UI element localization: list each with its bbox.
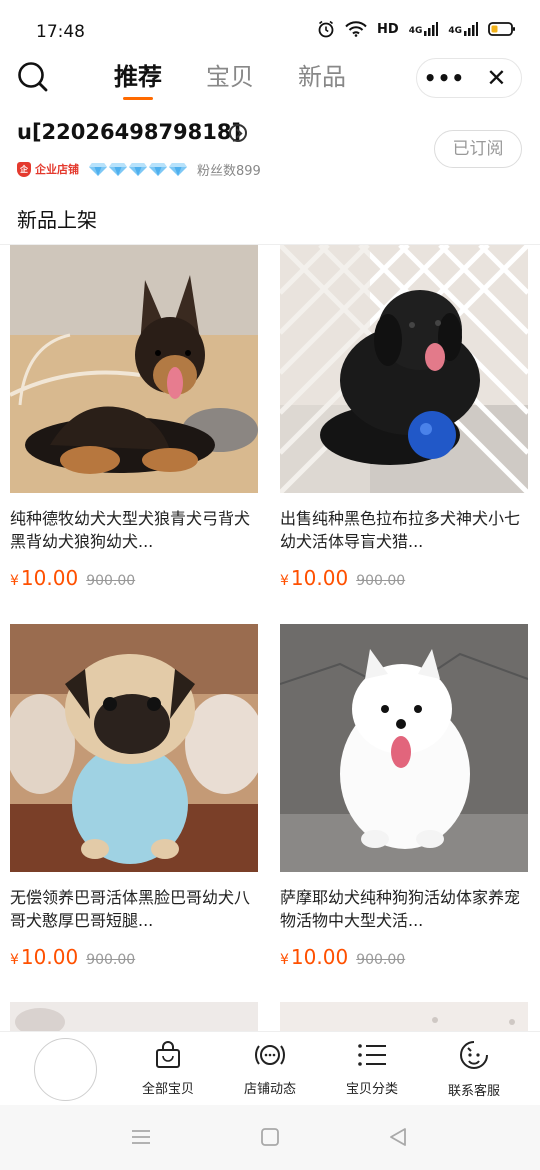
all-products-button[interactable]: 全部宝贝 — [123, 1040, 213, 1097]
tab-products[interactable]: 宝贝 — [206, 60, 254, 100]
mini-program-capsule: ••• ✕ — [416, 58, 522, 98]
product-title[interactable]: 萨摩耶幼犬纯种狗狗活幼体家养宠物活物中大型犬活... — [280, 886, 522, 932]
original-price: 900.00 — [86, 573, 136, 589]
product-card[interactable]: 出售纯种黑色拉布拉多犬神犬小七幼犬活体导盲犬猎... ¥10.00 900.00 — [280, 245, 528, 590]
list-icon — [358, 1044, 386, 1066]
price-row: ¥10.00 900.00 — [10, 566, 258, 590]
section-title: 新品上架 — [17, 208, 97, 232]
original-price: 900.00 — [356, 952, 406, 968]
broadcast-icon — [255, 1045, 285, 1065]
shop-header: u[2202649879818] 企 企业店铺 粉丝数899 已订阅 新品上架 — [0, 116, 540, 246]
status-time: 17:48 — [36, 22, 85, 42]
diamond-rating — [89, 162, 187, 176]
alarm-icon — [318, 20, 334, 38]
diamond-icon — [149, 163, 167, 176]
price-row: ¥10.00 900.00 — [280, 945, 528, 969]
shop-feed-label: 店铺动态 — [243, 1082, 296, 1097]
product-card[interactable]: 无偿领养巴哥活体黑脸巴哥幼犬八哥犬憨厚巴哥短腿... ¥10.00 900.00 — [10, 624, 258, 969]
price-row: ¥10.00 900.00 — [10, 945, 258, 969]
diamond-icon — [109, 163, 127, 176]
menu-icon[interactable] — [131, 1127, 151, 1147]
close-button[interactable]: ✕ — [472, 64, 521, 92]
product-card[interactable] — [280, 1002, 528, 1032]
all-products-label: 全部宝贝 — [141, 1082, 194, 1097]
home-square-icon[interactable] — [260, 1127, 280, 1147]
product-image-black-labrador-puppy[interactable] — [280, 245, 528, 493]
signal-bars-icon — [424, 22, 439, 36]
product-title[interactable]: 无偿领养巴哥活体黑脸巴哥幼犬八哥犬憨厚巴哥短腿... — [10, 886, 252, 932]
price-row: ¥10.00 900.00 — [280, 566, 528, 590]
shop-feed-button[interactable]: 店铺动态 — [225, 1040, 315, 1097]
tab-recommend[interactable]: 推荐 — [114, 60, 162, 100]
signal-1: 4G — [409, 22, 439, 36]
original-price: 900.00 — [356, 573, 406, 589]
enterprise-label: 企业店铺 — [35, 163, 79, 176]
customer-service-icon — [460, 1041, 488, 1069]
status-icons: HD 4G 4G — [317, 20, 516, 38]
contact-service-button[interactable]: 联系客服 — [429, 1040, 519, 1099]
nav-bar: 推荐 宝贝 新品 ••• ✕ — [0, 56, 540, 106]
product-categories-button[interactable]: 宝贝分类 — [327, 1040, 417, 1097]
search-button[interactable] — [16, 60, 50, 94]
product-image[interactable] — [280, 1002, 528, 1032]
chevron-right-icon[interactable] — [229, 124, 247, 142]
product-price: ¥10.00 — [10, 945, 79, 969]
product-title[interactable]: 出售纯种黑色拉布拉多犬神犬小七幼犬活体导盲犬猎... — [280, 507, 522, 553]
network-type-label: HD — [377, 21, 399, 37]
shield-icon: 企 — [17, 161, 31, 177]
back-triangle-icon[interactable] — [388, 1127, 408, 1147]
signal-2: 4G — [448, 22, 478, 36]
original-price: 900.00 — [86, 952, 136, 968]
enterprise-badge: 企 企业店铺 — [17, 161, 79, 177]
status-bar: 17:48 HD 4G 4G — [0, 0, 540, 60]
product-price: ¥10.00 — [10, 566, 79, 590]
shop-bottom-bar: 全部宝贝 店铺动态 宝贝分类 联系客服 — [0, 1031, 540, 1105]
product-image-pug-puppy[interactable] — [10, 624, 258, 872]
wifi-icon — [345, 21, 367, 37]
product-card[interactable]: 纯种德牧幼犬大型犬狼青犬弓背犬黑背幼犬狼狗幼犬... ¥10.00 900.00 — [10, 245, 258, 590]
subscribe-button[interactable]: 已订阅 — [434, 130, 522, 168]
product-price: ¥10.00 — [280, 566, 349, 590]
tab-new-arrivals[interactable]: 新品 — [298, 60, 346, 100]
signal-bars-icon — [464, 22, 478, 36]
diamond-icon — [169, 163, 187, 176]
contact-service-label: 联系客服 — [447, 1084, 500, 1099]
diamond-icon — [89, 163, 107, 176]
tab-bar: 推荐 宝贝 新品 — [114, 60, 346, 100]
system-navigation-bar — [0, 1105, 540, 1170]
search-icon — [18, 62, 48, 92]
shop-avatar[interactable] — [34, 1038, 97, 1101]
product-card[interactable] — [10, 1002, 258, 1032]
diamond-icon — [129, 163, 147, 176]
battery-icon — [488, 22, 515, 36]
shop-name[interactable]: u[2202649879818] — [17, 120, 241, 144]
product-image[interactable] — [10, 1002, 258, 1032]
product-image-samoyed-puppy[interactable] — [280, 624, 528, 872]
shopping-bag-icon — [156, 1041, 180, 1068]
shop-badges: 企 企业店铺 粉丝数899 — [17, 159, 261, 179]
product-categories-label: 宝贝分类 — [345, 1082, 398, 1097]
product-card[interactable]: 萨摩耶幼犬纯种狗狗活幼体家养宠物活物中大型犬活... ¥10.00 900.00 — [280, 624, 528, 969]
product-price: ¥10.00 — [280, 945, 349, 969]
more-options-button[interactable]: ••• — [417, 68, 472, 88]
product-title[interactable]: 纯种德牧幼犬大型犬狼青犬弓背犬黑背幼犬狼狗幼犬... — [10, 507, 252, 553]
product-image-german-shepherd-puppy[interactable] — [10, 245, 258, 493]
fans-count: 粉丝数899 — [197, 163, 261, 179]
